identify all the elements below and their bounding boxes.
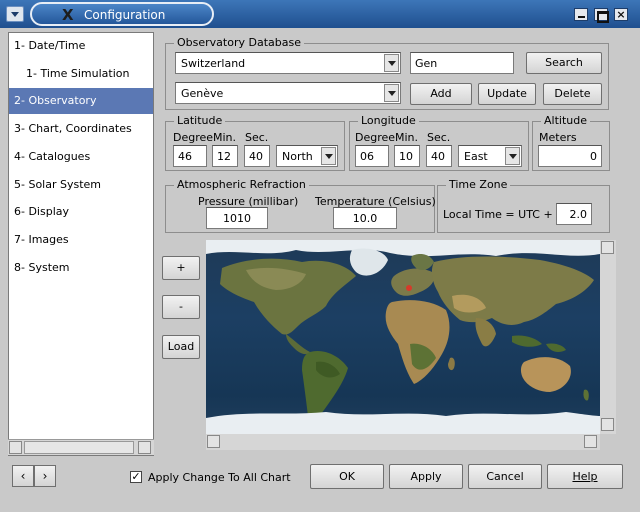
- altitude-title: Altitude: [541, 114, 590, 127]
- tree-item-solar-system[interactable]: 5- Solar System: [9, 172, 153, 198]
- next-page-button[interactable]: ›: [34, 465, 56, 487]
- direction-value: East: [464, 150, 488, 163]
- longitude-degree-input[interactable]: [355, 145, 389, 167]
- help-button[interactable]: Help: [547, 464, 623, 489]
- refraction-title: Atmospheric Refraction: [174, 178, 309, 191]
- window-title: Configuration: [84, 8, 166, 22]
- country-select[interactable]: Switzerland: [175, 52, 401, 74]
- window-menu-icon[interactable]: [6, 6, 24, 22]
- title-bar: X Configuration ×: [0, 0, 640, 28]
- longitude-sec-label: Sec.: [427, 131, 451, 144]
- apply-all-label: Apply Change To All Chart: [148, 471, 291, 484]
- prev-page-button[interactable]: ‹: [12, 465, 34, 487]
- search-button[interactable]: Search: [526, 52, 602, 74]
- scroll-up-icon[interactable]: [601, 241, 614, 254]
- longitude-min-label: Min.: [395, 131, 419, 144]
- scroll-right-icon[interactable]: [584, 435, 597, 448]
- tree-item-display[interactable]: 6- Display: [9, 199, 153, 225]
- load-button[interactable]: Load: [162, 335, 200, 359]
- timezone-input[interactable]: [556, 203, 592, 225]
- tree-item-chart-coordinates[interactable]: 3- Chart, Coordinates: [9, 116, 153, 142]
- apply-button[interactable]: Apply: [389, 464, 463, 489]
- longitude-min-input[interactable]: [394, 145, 420, 167]
- scroll-right-icon[interactable]: [138, 441, 151, 454]
- chevron-down-icon[interactable]: [384, 54, 399, 72]
- longitude-title: Longitude: [358, 114, 419, 127]
- timezone-label: Local Time = UTC +: [443, 208, 553, 221]
- city-value: Genève: [181, 87, 224, 100]
- tree-item-system[interactable]: 8- System: [9, 255, 153, 281]
- maximize-icon[interactable]: [594, 8, 609, 23]
- tree-horizontal-scrollbar[interactable]: [8, 439, 154, 455]
- tree-item-catalogues[interactable]: 4- Catalogues: [9, 144, 153, 170]
- latitude-title: Latitude: [174, 114, 226, 127]
- hemisphere-value: North: [282, 150, 313, 163]
- observatory-marker-icon: [406, 285, 412, 291]
- latitude-sec-label: Sec.: [245, 131, 269, 144]
- minimize-icon[interactable]: [574, 8, 588, 21]
- longitude-degree-label: Degree: [355, 131, 396, 144]
- cancel-button[interactable]: Cancel: [468, 464, 542, 489]
- tree-item-images[interactable]: 7- Images: [9, 227, 153, 253]
- altitude-input[interactable]: [538, 145, 602, 167]
- direction-select[interactable]: East: [458, 145, 522, 167]
- config-tree: 1- Date/Time 1- Time Simulation 2- Obser…: [8, 32, 154, 456]
- title-pill: X Configuration: [30, 2, 214, 26]
- world-map[interactable]: [206, 240, 600, 434]
- x-logo-icon: X: [62, 6, 74, 24]
- update-button[interactable]: Update: [478, 83, 536, 105]
- pressure-input[interactable]: [206, 207, 268, 229]
- scroll-down-icon[interactable]: [601, 418, 614, 431]
- chevron-down-icon[interactable]: [384, 84, 399, 102]
- scroll-thumb[interactable]: [24, 441, 134, 454]
- map-vertical-scrollbar[interactable]: [600, 240, 616, 434]
- city-select[interactable]: Genève: [175, 82, 401, 104]
- longitude-sec-input[interactable]: [426, 145, 452, 167]
- zoom-in-button[interactable]: +: [162, 256, 200, 280]
- latitude-sec-input[interactable]: [244, 145, 270, 167]
- ok-button[interactable]: OK: [310, 464, 384, 489]
- scroll-left-icon[interactable]: [207, 435, 220, 448]
- temperature-input[interactable]: [333, 207, 397, 229]
- apply-all-checkbox[interactable]: ✓: [130, 471, 142, 483]
- tree-item-date-time[interactable]: 1- Date/Time: [9, 33, 153, 59]
- latitude-min-label: Min.: [213, 131, 237, 144]
- chevron-down-icon[interactable]: [505, 147, 520, 165]
- world-map-image: [206, 240, 600, 434]
- delete-button[interactable]: Delete: [543, 83, 602, 105]
- latitude-degree-label: Degree: [173, 131, 214, 144]
- add-button[interactable]: Add: [410, 83, 472, 105]
- observatory-database-title: Observatory Database: [174, 36, 304, 49]
- country-value: Switzerland: [181, 57, 246, 70]
- scroll-left-icon[interactable]: [9, 441, 22, 454]
- zoom-out-button[interactable]: -: [162, 295, 200, 319]
- latitude-min-input[interactable]: [212, 145, 238, 167]
- map-horizontal-scrollbar[interactable]: [206, 434, 600, 450]
- timezone-title: Time Zone: [446, 178, 511, 191]
- altitude-meters-label: Meters: [539, 131, 577, 144]
- chevron-down-icon[interactable]: [321, 147, 336, 165]
- hemisphere-select[interactable]: North: [276, 145, 338, 167]
- tree-item-time-simulation[interactable]: 1- Time Simulation: [9, 61, 153, 87]
- observatory-search-input[interactable]: [410, 52, 514, 74]
- latitude-degree-input[interactable]: [173, 145, 207, 167]
- close-icon[interactable]: ×: [614, 8, 628, 21]
- tree-item-observatory[interactable]: 2- Observatory: [9, 88, 153, 114]
